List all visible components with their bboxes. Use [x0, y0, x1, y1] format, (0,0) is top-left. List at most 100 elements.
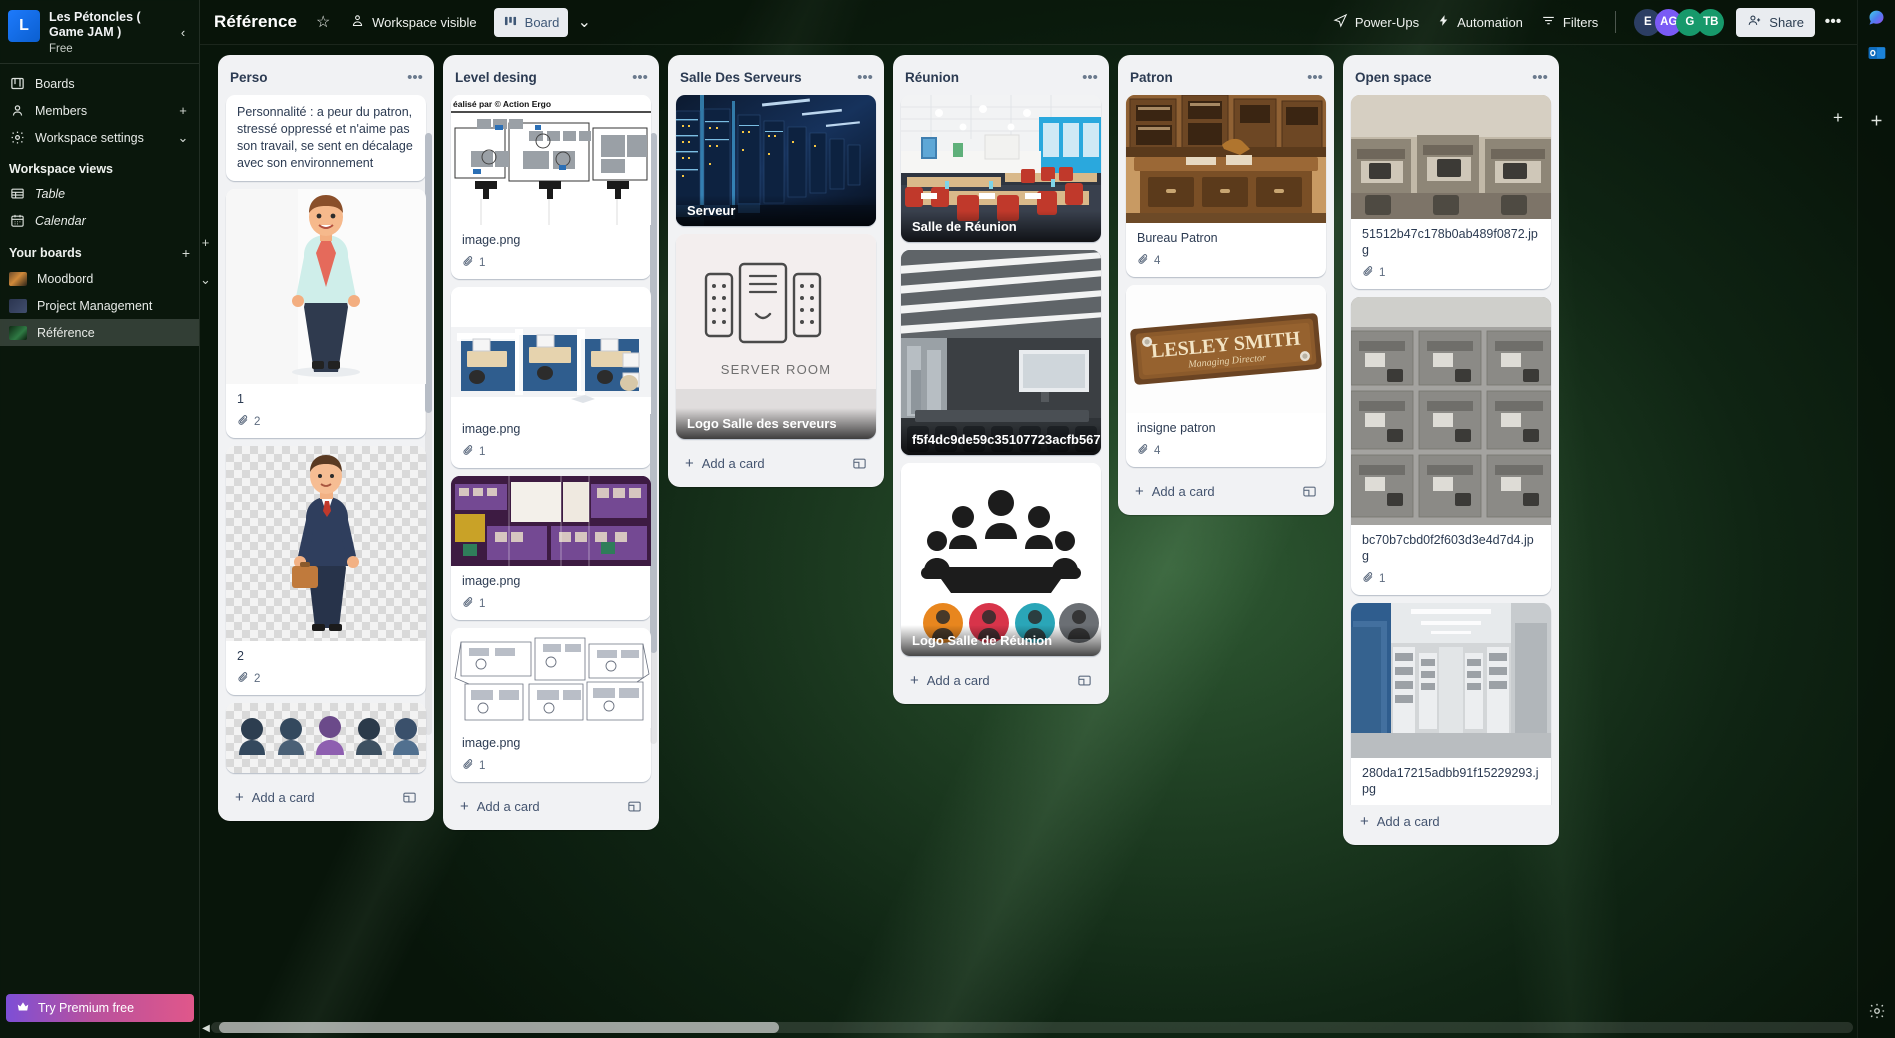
- list-menu-button[interactable]: •••: [1079, 66, 1101, 88]
- card[interactable]: image.png 1: [451, 628, 651, 782]
- sidebar-board-reference-label: Référence: [37, 325, 95, 340]
- card-title: 1: [237, 392, 244, 406]
- try-premium-label: Try Premium free: [38, 1001, 135, 1015]
- card-template-icon[interactable]: [1302, 484, 1317, 499]
- sidebar-item-boards[interactable]: Boards: [0, 70, 199, 97]
- sidebar-item-table[interactable]: Table: [0, 180, 199, 207]
- list-menu-button[interactable]: •••: [1529, 66, 1551, 88]
- card-title: 280da17215adbb91f15229293.jpg: [1362, 766, 1539, 796]
- sidebar-item-calendar[interactable]: Calendar: [0, 207, 199, 234]
- list-title[interactable]: Open space: [1355, 70, 1529, 85]
- card-badges: 2: [237, 414, 415, 429]
- sidebar-board-project-management[interactable]: Project Management: [0, 292, 199, 319]
- add-card-button[interactable]: + Add a card: [901, 666, 1101, 695]
- list-menu-button[interactable]: •••: [629, 66, 651, 88]
- outlook-icon[interactable]: [1863, 39, 1891, 67]
- board-more-menu-button[interactable]: •••: [1819, 8, 1847, 36]
- list-menu-button[interactable]: •••: [1304, 66, 1326, 88]
- add-card-button[interactable]: + Add a card: [676, 449, 876, 478]
- card-template-icon[interactable]: [627, 799, 642, 814]
- card[interactable]: SERVER ROOM Logo Salle des serveurs: [676, 234, 876, 439]
- copilot-icon[interactable]: [1863, 4, 1891, 32]
- list-title[interactable]: Salle Des Serveurs: [680, 70, 854, 85]
- collapse-sidebar-button[interactable]: ‹: [173, 22, 193, 42]
- sidebar-board-moodbord[interactable]: Moodbord: [0, 265, 199, 292]
- card[interactable]: image.png 1: [451, 287, 651, 468]
- card-title: bc70b7cbd0f2f603d3e4d7d4.jpg: [1362, 533, 1534, 563]
- list-title[interactable]: Level desing: [455, 70, 629, 85]
- premium-icon: [16, 1000, 30, 1017]
- card-body: 280da17215adbb91f15229293.jpg 1: [1351, 758, 1551, 805]
- sidebar-item-members[interactable]: Members +: [0, 97, 199, 124]
- add-card-button[interactable]: + Add a card: [451, 792, 651, 821]
- board-header: Référence ☆ Workspace visible Board ⌄ Po…: [200, 0, 1857, 45]
- card[interactable]: image.png 1: [451, 476, 651, 620]
- view-chevron-down-icon[interactable]: ⌄: [570, 8, 598, 36]
- board-horizontal-scrollbar[interactable]: [211, 1022, 1853, 1033]
- view-switcher-board[interactable]: Board: [493, 7, 569, 37]
- board-view-icon: [503, 14, 518, 31]
- workspace-header[interactable]: L Les Pétoncles ( Game JAM ) Free ‹: [0, 0, 199, 64]
- card-title: image.png: [462, 736, 521, 750]
- card[interactable]: éalisé par © Action Ergo image.png 1: [451, 95, 651, 279]
- expand-left-icon[interactable]: ⌄: [200, 272, 211, 288]
- add-card-button[interactable]: + Add a card: [1126, 477, 1326, 506]
- gear-icon: [9, 130, 25, 146]
- workspace-name: Les Pétoncles ( Game JAM ): [49, 10, 141, 39]
- power-ups-button[interactable]: Power-Ups: [1324, 8, 1428, 37]
- card-body: bc70b7cbd0f2f603d3e4d7d4.jpg 1: [1351, 525, 1551, 595]
- list-title[interactable]: Patron: [1130, 70, 1304, 85]
- card[interactable]: 1 2: [226, 189, 426, 438]
- list-cards: Salle de Réunion f5f4dc9de59c35107723acf…: [893, 95, 1109, 664]
- card[interactable]: Serveur: [676, 95, 876, 226]
- card[interactable]: Salle de Réunion: [901, 95, 1101, 242]
- card-template-icon[interactable]: [852, 456, 867, 471]
- card-template-icon[interactable]: [402, 790, 417, 805]
- list-menu-button[interactable]: •••: [404, 66, 426, 88]
- share-button[interactable]: Share: [1736, 7, 1815, 37]
- card-template-icon[interactable]: [1077, 673, 1092, 688]
- card[interactable]: 2 2: [226, 446, 426, 695]
- chevron-down-icon[interactable]: ⌄: [176, 130, 190, 146]
- card[interactable]: Logo Salle de Réunion: [901, 463, 1101, 656]
- list-scrollbar[interactable]: [425, 133, 432, 735]
- card[interactable]: [226, 703, 426, 773]
- lists-container: Perso ••• Personnalité : a peur du patro…: [211, 45, 1857, 1016]
- avatar[interactable]: TB: [1697, 8, 1725, 36]
- card-title: image.png: [462, 574, 521, 588]
- card[interactable]: 51512b47c178b0ab489f0872.jpg 1: [1351, 95, 1551, 289]
- list-reunion: Réunion ••• Salle de Réunion f5f4dc9de59…: [893, 55, 1109, 704]
- star-icon[interactable]: ☆: [309, 8, 337, 36]
- card[interactable]: LESLEY SMITH Managing Director insigne p…: [1126, 285, 1326, 467]
- card[interactable]: Bureau Patron 4: [1126, 95, 1326, 277]
- list-title[interactable]: Perso: [230, 70, 404, 85]
- card-title: image.png: [462, 422, 521, 436]
- add-list-left-icon[interactable]: +: [202, 235, 210, 250]
- add-board-button[interactable]: +: [182, 245, 190, 261]
- card-cover-label: Serveur: [676, 195, 876, 226]
- sidebar-board-reference[interactable]: Référence: [0, 319, 199, 346]
- list-cards: éalisé par © Action Ergo image.png 1 ima…: [443, 95, 659, 790]
- sidebar-item-workspace-settings[interactable]: Workspace settings ⌄: [0, 124, 199, 151]
- add-another-list-button[interactable]: +: [1825, 105, 1851, 131]
- filters-label: Filters: [1562, 14, 1599, 30]
- list-menu-button[interactable]: •••: [854, 66, 876, 88]
- visibility-button[interactable]: Workspace visible: [341, 8, 486, 37]
- list-title[interactable]: Réunion: [905, 70, 1079, 85]
- card[interactable]: Personnalité : a peur du patron, stressé…: [226, 95, 426, 181]
- try-premium-button[interactable]: Try Premium free: [6, 994, 194, 1022]
- add-card-button[interactable]: + Add a card: [226, 783, 426, 812]
- card-body: image.png 1: [451, 225, 651, 279]
- card[interactable]: bc70b7cbd0f2f603d3e4d7d4.jpg 1: [1351, 297, 1551, 595]
- add-member-button[interactable]: +: [176, 103, 190, 118]
- card[interactable]: f5f4dc9de59c35107723acfb56754c7.jpg: [901, 250, 1101, 455]
- list-scrollbar[interactable]: [650, 133, 657, 744]
- card-cover: [1351, 297, 1551, 525]
- card[interactable]: 280da17215adbb91f15229293.jpg 1: [1351, 603, 1551, 805]
- plus-icon: +: [1135, 483, 1144, 500]
- add-card-button[interactable]: + Add a card: [1351, 807, 1551, 836]
- automation-button[interactable]: Automation: [1428, 8, 1532, 37]
- add-app-icon[interactable]: [1863, 106, 1891, 134]
- filters-button[interactable]: Filters: [1532, 8, 1607, 37]
- settings-gear-icon[interactable]: [1863, 997, 1891, 1025]
